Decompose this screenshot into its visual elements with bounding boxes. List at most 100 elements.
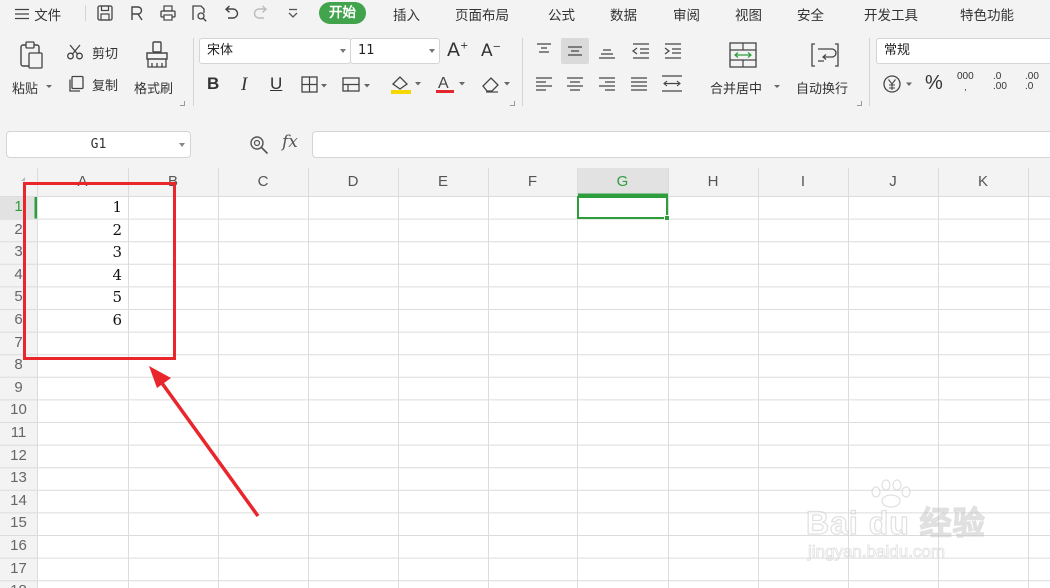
file-menu-label: 文件 bbox=[34, 8, 62, 24]
tab-data[interactable]: 数据 bbox=[610, 4, 637, 24]
row-header-10[interactable]: 10 bbox=[0, 399, 37, 422]
name-box[interactable]: G1 bbox=[6, 131, 191, 158]
align-bottom-icon[interactable] bbox=[598, 42, 616, 60]
merge-center-label: 合并居中 bbox=[710, 82, 763, 97]
copy-label: 复制 bbox=[92, 79, 119, 94]
thousands-separator-button[interactable]: 000, bbox=[957, 72, 974, 93]
italic-icon[interactable]: I bbox=[241, 74, 247, 96]
column-header-g[interactable]: G bbox=[577, 168, 668, 196]
paste-dropdown-icon bbox=[46, 85, 52, 88]
decrease-decimal-label: .00 .0 bbox=[1025, 71, 1039, 92]
tab-home[interactable]: 开始 bbox=[319, 2, 366, 24]
align-middle-button[interactable] bbox=[561, 38, 589, 64]
svg-text:A: A bbox=[438, 75, 449, 92]
watermark-logo-text: Bai du 经验 bbox=[805, 504, 986, 541]
merge-center-button[interactable]: 合并居中 bbox=[706, 36, 786, 102]
paste-label: 粘贴 bbox=[12, 82, 39, 97]
distributed-align-icon[interactable] bbox=[661, 74, 683, 94]
menu-divider bbox=[85, 5, 86, 21]
column-header-e[interactable]: E bbox=[398, 168, 488, 196]
format-painter-button[interactable]: 格式刷 bbox=[132, 36, 182, 102]
column-header-c[interactable]: C bbox=[218, 168, 308, 196]
decrease-decimal-button[interactable]: .00 .0 bbox=[1025, 72, 1047, 92]
tab-page-layout[interactable]: 页面布局 bbox=[455, 4, 509, 24]
tab-security[interactable]: 安全 bbox=[797, 4, 824, 24]
clear-format-icon[interactable] bbox=[479, 73, 513, 95]
currency-icon[interactable] bbox=[882, 74, 916, 94]
bold-icon[interactable]: B bbox=[207, 74, 219, 94]
undo-icon[interactable] bbox=[221, 3, 241, 23]
wrap-text-button[interactable]: 自动换行 bbox=[794, 36, 862, 102]
increase-font-size-icon[interactable]: A+ bbox=[447, 39, 468, 61]
redo-icon[interactable] bbox=[251, 3, 271, 23]
align-right-icon[interactable] bbox=[598, 76, 616, 92]
name-box-value: G1 bbox=[90, 137, 107, 152]
percent-button[interactable]: % bbox=[925, 72, 943, 95]
row-header-12[interactable]: 12 bbox=[0, 445, 37, 468]
format-painter-icon bbox=[146, 41, 168, 68]
borders-icon[interactable] bbox=[301, 76, 329, 94]
tab-insert[interactable]: 插入 bbox=[393, 4, 420, 24]
increase-decimal-label: .0 .00 bbox=[993, 71, 1007, 92]
font-color-icon[interactable]: A bbox=[434, 73, 468, 95]
column-header-i[interactable]: I bbox=[758, 168, 848, 196]
cut-button[interactable]: 剪切 bbox=[66, 41, 126, 63]
increase-decimal-button[interactable]: .0 .00 bbox=[993, 72, 1015, 92]
row-header-16[interactable]: 16 bbox=[0, 535, 37, 558]
fill-handle[interactable] bbox=[664, 215, 670, 221]
align-center-icon[interactable] bbox=[566, 76, 584, 92]
row-header-14[interactable]: 14 bbox=[0, 490, 37, 513]
justify-icon[interactable] bbox=[630, 76, 648, 92]
clipboard-group-launcher[interactable] bbox=[180, 101, 185, 106]
font-size-select[interactable]: 11 bbox=[350, 38, 440, 64]
row-header-9[interactable]: 9 bbox=[0, 377, 37, 400]
print-icon[interactable] bbox=[158, 3, 178, 23]
font-name-select[interactable]: 宋体 bbox=[199, 38, 351, 64]
row-header-17[interactable]: 17 bbox=[0, 558, 37, 581]
tab-formulas[interactable]: 公式 bbox=[548, 4, 575, 24]
decrease-indent-icon[interactable] bbox=[631, 42, 651, 60]
decrease-font-size-icon[interactable]: A− bbox=[481, 41, 501, 61]
baidu-jingyan-watermark: Bai du 经验 jingyan.baidu.com bbox=[805, 478, 1006, 578]
column-header-d[interactable]: D bbox=[308, 168, 398, 196]
align-top-icon[interactable] bbox=[535, 42, 553, 58]
chevron-down-icon bbox=[179, 143, 185, 147]
alignment-group-launcher[interactable] bbox=[857, 101, 862, 106]
print-preview-icon[interactable] bbox=[189, 3, 209, 23]
column-header-j[interactable]: J bbox=[848, 168, 938, 196]
export-pdf-icon[interactable] bbox=[127, 3, 147, 23]
row-header-11[interactable]: 11 bbox=[0, 422, 37, 445]
save-icon[interactable] bbox=[95, 3, 115, 23]
tab-review[interactable]: 审阅 bbox=[673, 4, 700, 24]
column-header-f[interactable]: F bbox=[488, 168, 577, 196]
tab-view[interactable]: 视图 bbox=[735, 4, 762, 24]
zoom-search-icon[interactable] bbox=[249, 135, 271, 155]
merge-dropdown-icon bbox=[774, 85, 780, 88]
column-header-k[interactable]: K bbox=[938, 168, 1028, 196]
hamburger-icon bbox=[14, 8, 30, 20]
fill-pattern-icon[interactable] bbox=[342, 76, 374, 94]
increase-indent-icon[interactable] bbox=[663, 42, 683, 60]
align-left-icon[interactable] bbox=[535, 76, 553, 92]
font-name-value: 宋体 bbox=[207, 43, 234, 58]
row-header-15[interactable]: 15 bbox=[0, 512, 37, 535]
formula-bar: G1 fx bbox=[0, 114, 1050, 168]
column-header-h[interactable]: H bbox=[668, 168, 758, 196]
underline-icon[interactable]: U bbox=[270, 74, 282, 94]
paste-button[interactable]: 粘贴 bbox=[6, 36, 54, 102]
scissors-icon bbox=[67, 44, 83, 60]
fill-color-icon[interactable] bbox=[389, 73, 423, 95]
row-header-18[interactable]: 18 bbox=[0, 580, 37, 588]
tab-special-features[interactable]: 特色功能 bbox=[960, 4, 1014, 24]
insert-function-button[interactable]: fx bbox=[282, 132, 298, 152]
row-header-13[interactable]: 13 bbox=[0, 467, 37, 490]
active-cell-selection[interactable] bbox=[577, 196, 668, 219]
number-format-select[interactable]: 常规 bbox=[876, 38, 1050, 64]
font-group-launcher[interactable] bbox=[510, 101, 515, 106]
copy-button[interactable]: 复制 bbox=[66, 73, 126, 95]
formula-input[interactable] bbox=[312, 131, 1050, 158]
format-painter-label: 格式刷 bbox=[134, 82, 174, 97]
tab-developer[interactable]: 开发工具 bbox=[864, 4, 918, 24]
file-menu[interactable]: 文件 bbox=[14, 4, 61, 24]
customize-toolbar-icon[interactable] bbox=[283, 3, 303, 23]
